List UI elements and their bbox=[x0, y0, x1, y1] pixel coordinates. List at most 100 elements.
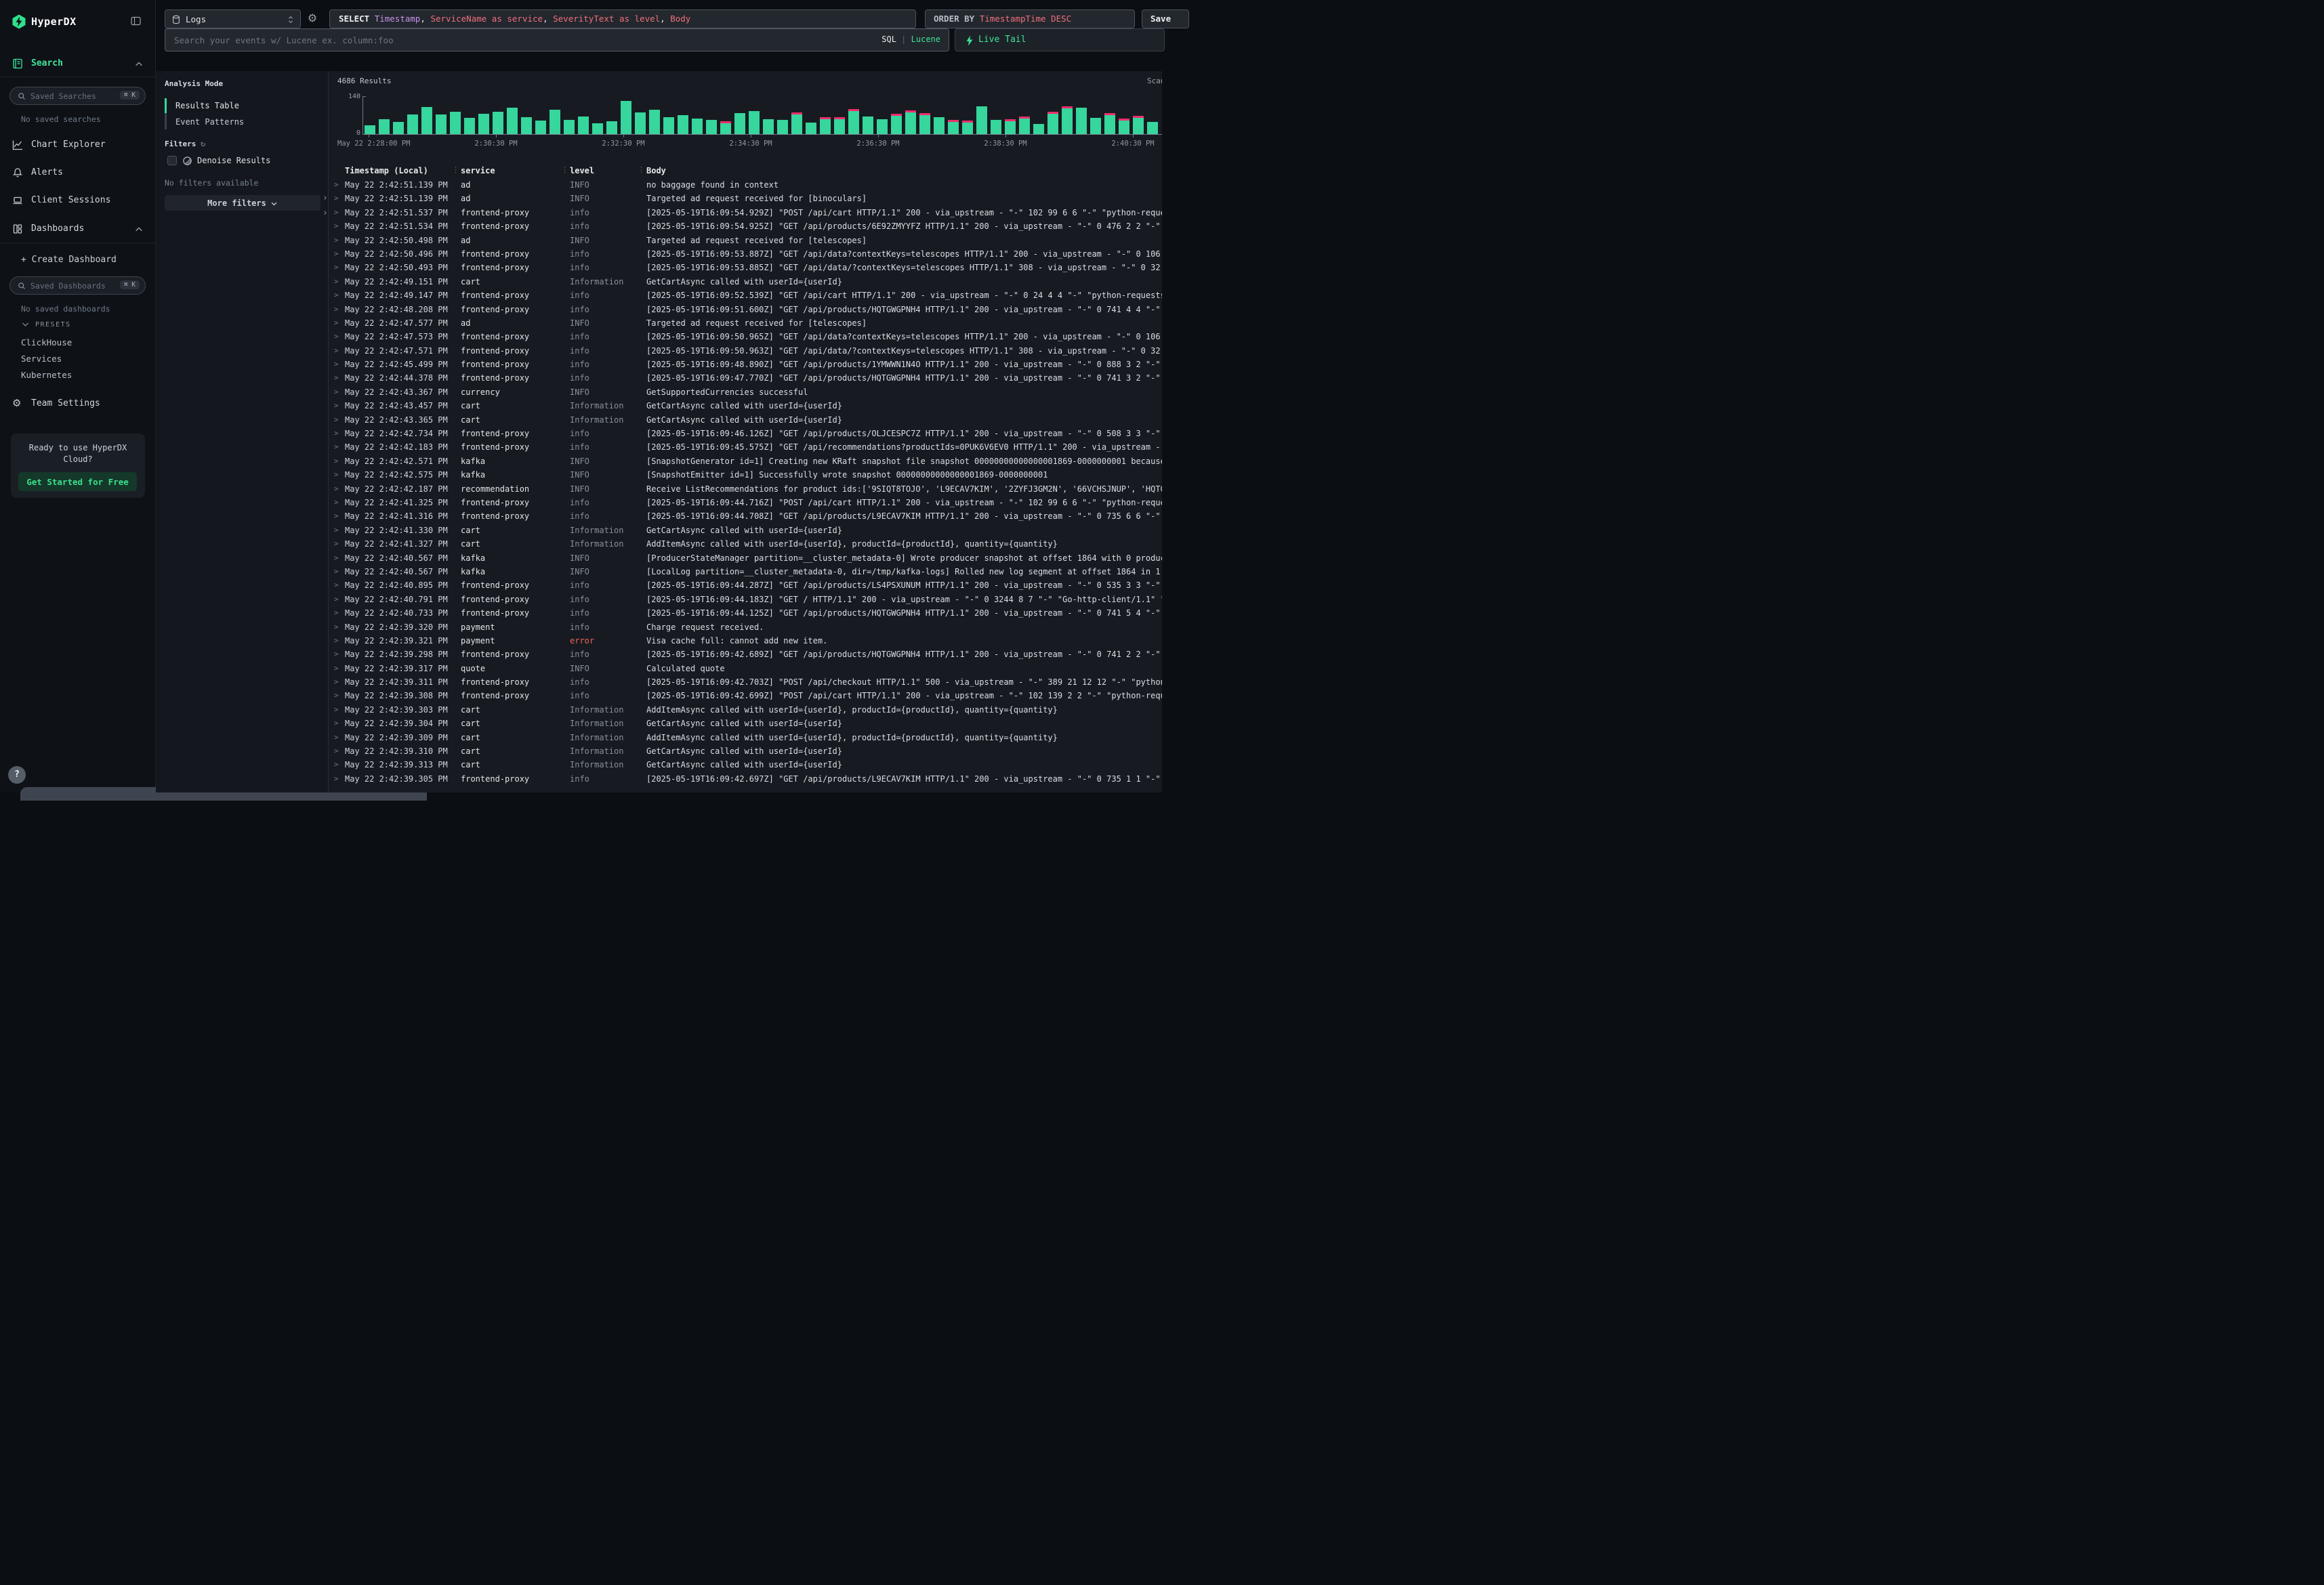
histogram-bar[interactable] bbox=[848, 109, 859, 134]
saved-dashboards-input[interactable] bbox=[30, 278, 108, 293]
panel-resize-chevron-icon[interactable]: › bbox=[323, 193, 328, 203]
row-expand-chevron[interactable]: > bbox=[334, 482, 345, 496]
table-row[interactable]: > May 22 2:42:51.537 PM frontend-proxy i… bbox=[329, 206, 1162, 219]
row-expand-chevron[interactable]: > bbox=[334, 234, 345, 247]
table-row[interactable]: > May 22 2:42:39.317 PM quote INFO Calcu… bbox=[329, 662, 1162, 675]
sidebar-item-search[interactable]: Search bbox=[0, 57, 156, 72]
row-expand-chevron[interactable]: > bbox=[334, 192, 345, 205]
table-row[interactable]: > May 22 2:42:42.187 PM recommendation I… bbox=[329, 482, 1162, 496]
row-expand-chevron[interactable]: > bbox=[334, 731, 345, 744]
help-button[interactable]: ? bbox=[8, 766, 26, 784]
row-expand-chevron[interactable]: > bbox=[334, 399, 345, 413]
column-resize-handle[interactable]: ⋮ bbox=[452, 165, 459, 174]
table-row[interactable]: > May 22 2:42:43.367 PM currency INFO Ge… bbox=[329, 385, 1162, 399]
preset-item[interactable]: Services bbox=[0, 351, 156, 367]
row-expand-chevron[interactable]: > bbox=[334, 427, 345, 440]
preset-item[interactable]: Kubernetes bbox=[0, 367, 156, 383]
sidebar-item-chart-explorer[interactable]: Chart Explorer bbox=[0, 138, 156, 153]
column-header-timestamp[interactable]: Timestamp (Local) bbox=[345, 165, 461, 177]
table-row[interactable]: > May 22 2:42:40.733 PM frontend-proxy i… bbox=[329, 606, 1162, 620]
order-by-input[interactable]: ORDER BY TimestampTime DESC bbox=[925, 9, 1135, 28]
table-row[interactable]: > May 22 2:42:40.567 PM kafka INFO [Loca… bbox=[329, 565, 1162, 578]
row-expand-chevron[interactable]: > bbox=[334, 634, 345, 648]
table-row[interactable]: > May 22 2:42:51.534 PM frontend-proxy i… bbox=[329, 219, 1162, 233]
chevron-up-icon[interactable] bbox=[134, 225, 144, 234]
row-expand-chevron[interactable]: > bbox=[334, 675, 345, 689]
histogram-bar[interactable] bbox=[834, 117, 845, 134]
table-row[interactable]: > May 22 2:42:43.365 PM cart Information… bbox=[329, 413, 1162, 427]
histogram-bar[interactable] bbox=[393, 122, 404, 134]
row-expand-chevron[interactable]: > bbox=[334, 648, 345, 661]
histogram-bar[interactable] bbox=[976, 106, 987, 134]
row-expand-chevron[interactable]: > bbox=[334, 758, 345, 772]
histogram-bar[interactable] bbox=[621, 101, 631, 134]
row-expand-chevron[interactable]: > bbox=[334, 316, 345, 330]
row-expand-chevron[interactable]: > bbox=[334, 371, 345, 385]
histogram-bar[interactable] bbox=[1090, 118, 1101, 134]
table-row[interactable]: > May 22 2:42:42.571 PM kafka INFO [Snap… bbox=[329, 455, 1162, 468]
column-header-level[interactable]: level bbox=[570, 165, 646, 177]
histogram-bar[interactable] bbox=[649, 110, 660, 134]
histogram-bar[interactable] bbox=[877, 119, 888, 134]
sidebar-item-dashboards[interactable]: Dashboards bbox=[0, 222, 156, 237]
histogram-bar[interactable] bbox=[1033, 124, 1044, 134]
sidebar-collapse-icon[interactable] bbox=[130, 16, 142, 26]
histogram-bar[interactable] bbox=[379, 119, 390, 134]
table-row[interactable]: > May 22 2:42:40.895 PM frontend-proxy i… bbox=[329, 578, 1162, 592]
mode-results-table[interactable]: Results Table bbox=[175, 100, 239, 112]
row-expand-chevron[interactable]: > bbox=[334, 468, 345, 482]
histogram-bar[interactable] bbox=[934, 117, 945, 134]
histogram-bar[interactable] bbox=[706, 120, 717, 134]
histogram-bar[interactable] bbox=[1062, 106, 1073, 134]
histogram-bar[interactable] bbox=[734, 113, 745, 134]
histogram-bar[interactable] bbox=[1104, 113, 1115, 134]
histogram-bar[interactable] bbox=[1019, 117, 1030, 134]
row-expand-chevron[interactable]: > bbox=[334, 772, 345, 786]
table-row[interactable]: > May 22 2:42:41.325 PM frontend-proxy i… bbox=[329, 496, 1162, 509]
table-row[interactable]: > May 22 2:42:44.378 PM frontend-proxy i… bbox=[329, 371, 1162, 385]
source-settings-gear-icon[interactable]: ⚙ bbox=[304, 9, 320, 28]
histogram-bar[interactable] bbox=[1147, 122, 1158, 134]
row-expand-chevron[interactable]: > bbox=[334, 289, 345, 302]
column-resize-handle[interactable]: ⋮ bbox=[561, 165, 568, 174]
histogram-bar[interactable] bbox=[678, 115, 688, 134]
histogram-bar[interactable] bbox=[436, 114, 447, 134]
table-row[interactable]: > May 22 2:42:47.573 PM frontend-proxy i… bbox=[329, 330, 1162, 343]
table-row[interactable]: > May 22 2:42:50.496 PM frontend-proxy i… bbox=[329, 247, 1162, 261]
row-expand-chevron[interactable]: > bbox=[334, 565, 345, 578]
table-row[interactable]: > May 22 2:42:43.457 PM cart Information… bbox=[329, 399, 1162, 413]
live-tail-button[interactable]: Live Tail bbox=[955, 28, 1165, 51]
histogram-bar[interactable] bbox=[1119, 119, 1129, 134]
table-row[interactable]: > May 22 2:42:39.305 PM frontend-proxy i… bbox=[329, 772, 1162, 786]
histogram-bar[interactable] bbox=[507, 108, 518, 134]
table-row[interactable]: > May 22 2:42:51.139 PM ad INFO Targeted… bbox=[329, 192, 1162, 205]
histogram-bar[interactable] bbox=[1005, 119, 1016, 134]
row-expand-chevron[interactable]: > bbox=[334, 385, 345, 399]
table-row[interactable]: > May 22 2:42:48.208 PM frontend-proxy i… bbox=[329, 303, 1162, 316]
row-expand-chevron[interactable]: > bbox=[334, 247, 345, 261]
table-row[interactable]: > May 22 2:42:42.575 PM kafka INFO [Snap… bbox=[329, 468, 1162, 482]
table-row[interactable]: > May 22 2:42:50.493 PM frontend-proxy i… bbox=[329, 261, 1162, 274]
histogram-bar[interactable] bbox=[948, 120, 959, 134]
histogram-bar[interactable] bbox=[962, 121, 973, 134]
histogram-bar[interactable] bbox=[1133, 116, 1144, 134]
row-expand-chevron[interactable]: > bbox=[334, 440, 345, 454]
histogram-bar[interactable] bbox=[407, 114, 418, 134]
saved-dashboards-search[interactable]: ⌘ K bbox=[9, 276, 146, 295]
column-header-body[interactable]: Body bbox=[646, 165, 1162, 177]
table-row[interactable]: > May 22 2:42:39.310 PM cart Information… bbox=[329, 744, 1162, 758]
histogram-bar[interactable] bbox=[919, 113, 930, 134]
histogram-bar[interactable] bbox=[493, 112, 503, 134]
row-expand-chevron[interactable]: > bbox=[334, 593, 345, 606]
histogram-bar[interactable] bbox=[578, 117, 589, 134]
histogram-bar[interactable] bbox=[905, 110, 916, 134]
row-expand-chevron[interactable]: > bbox=[334, 509, 345, 523]
histogram-bar[interactable] bbox=[464, 118, 475, 134]
histogram-bar[interactable] bbox=[991, 120, 1001, 134]
column-resize-handle[interactable]: ⋮ bbox=[638, 165, 645, 174]
histogram-bar[interactable] bbox=[663, 117, 674, 134]
histogram-bar[interactable] bbox=[720, 121, 731, 134]
denoise-checkbox[interactable] bbox=[167, 156, 177, 165]
table-row[interactable]: > May 22 2:42:41.316 PM frontend-proxy i… bbox=[329, 509, 1162, 523]
table-row[interactable]: > May 22 2:42:47.571 PM frontend-proxy i… bbox=[329, 344, 1162, 358]
